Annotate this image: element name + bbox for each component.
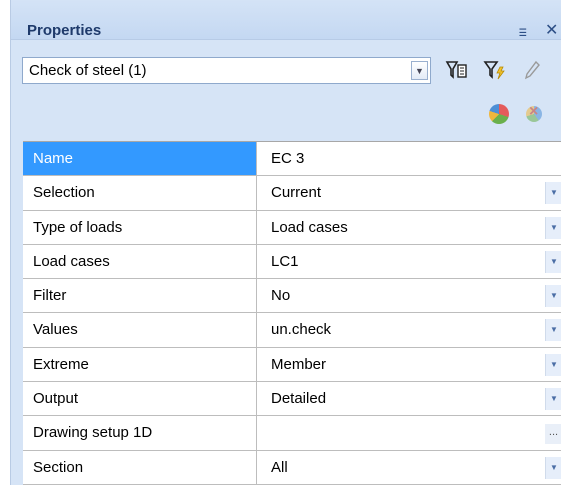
- chevron-down-icon[interactable]: ▼: [545, 250, 561, 273]
- panel-title: Properties: [27, 22, 102, 39]
- ellipsis-button[interactable]: ...: [545, 424, 561, 445]
- property-value-text: un.check: [271, 321, 332, 339]
- properties-panel: Properties ⲷ ✕ Check of steel (1) ▼ × Na…: [10, 0, 561, 485]
- filter-lightning-icon[interactable]: [482, 59, 508, 81]
- chevron-down-icon[interactable]: ▼: [545, 456, 561, 479]
- property-name: Load cases: [23, 244, 257, 280]
- chevron-down-icon[interactable]: ▼: [545, 182, 561, 205]
- chevron-down-icon[interactable]: ▼: [545, 285, 561, 308]
- property-row-output[interactable]: Output Detailed ▼: [23, 382, 561, 417]
- close-icon[interactable]: ✕: [545, 20, 558, 40]
- property-row-type-of-loads[interactable]: Type of loads Load cases ▼: [23, 210, 561, 245]
- property-row-filter[interactable]: Filter No ▼: [23, 279, 561, 314]
- chevron-down-icon[interactable]: ▼: [545, 216, 561, 239]
- property-value-text: All: [271, 458, 288, 476]
- property-value[interactable]: All ▼: [257, 450, 561, 485]
- property-name: Filter: [23, 279, 257, 314]
- chevron-down-icon[interactable]: ▼: [545, 388, 561, 411]
- pie-chart-delete-icon[interactable]: ×: [524, 103, 546, 124]
- property-name: Extreme: [23, 347, 257, 383]
- property-value-text: EC 3: [271, 150, 305, 167]
- property-value[interactable]: un.check ▼: [257, 313, 561, 348]
- property-value[interactable]: Member ▼: [257, 347, 561, 383]
- property-row-section[interactable]: Section All ▼: [23, 450, 561, 485]
- pie-chart-icon[interactable]: [489, 104, 509, 124]
- property-name: Output: [23, 382, 257, 417]
- property-value[interactable]: Detailed ▼: [257, 382, 561, 417]
- property-value[interactable]: No ▼: [257, 279, 561, 314]
- property-row-values[interactable]: Values un.check ▼: [23, 313, 561, 348]
- filter-edit-icon[interactable]: [444, 59, 470, 81]
- property-name: Name: [23, 142, 257, 177]
- property-grid: Name EC 3 Selection Current ▼ Type of loa…: [23, 141, 561, 485]
- property-value[interactable]: EC 3: [257, 142, 561, 177]
- property-row-extreme[interactable]: Extreme Member ▼: [23, 347, 561, 383]
- property-name: Selection: [23, 176, 257, 211]
- property-name: Type of loads: [23, 210, 257, 245]
- pin-icon[interactable]: ⲷ: [519, 22, 527, 41]
- property-value[interactable]: ...: [257, 416, 561, 451]
- property-name: Values: [23, 313, 257, 348]
- object-selector-value: Check of steel (1): [29, 62, 147, 79]
- chevron-down-icon[interactable]: ▼: [545, 353, 561, 376]
- property-name: Section: [23, 450, 257, 485]
- property-value[interactable]: LC1 ▼: [257, 244, 561, 280]
- panel-titlebar: Properties ⲷ ✕: [11, 0, 561, 40]
- object-selector[interactable]: Check of steel (1) ▼: [22, 57, 431, 84]
- property-row-name[interactable]: Name EC 3: [23, 142, 561, 177]
- property-value[interactable]: Load cases ▼: [257, 210, 561, 245]
- delete-cross-icon: ×: [529, 103, 539, 120]
- pencil-icon[interactable]: [521, 59, 543, 81]
- property-value[interactable]: Current ▼: [257, 176, 561, 211]
- property-value-text: No: [271, 287, 291, 305]
- property-value-text: LC1: [271, 252, 299, 270]
- property-value-text: Detailed: [271, 390, 327, 408]
- property-value-text: Current: [271, 184, 322, 202]
- property-name: Drawing setup 1D: [23, 416, 257, 451]
- property-value-text: Load cases: [271, 218, 348, 236]
- property-row-load-cases[interactable]: Load cases LC1 ▼: [23, 244, 561, 280]
- property-row-drawing-setup-1d[interactable]: Drawing setup 1D ...: [23, 416, 561, 451]
- property-value-text: Member: [271, 355, 327, 373]
- chevron-down-icon[interactable]: ▼: [411, 61, 428, 80]
- chevron-down-icon[interactable]: ▼: [545, 319, 561, 342]
- property-row-selection[interactable]: Selection Current ▼: [23, 176, 561, 211]
